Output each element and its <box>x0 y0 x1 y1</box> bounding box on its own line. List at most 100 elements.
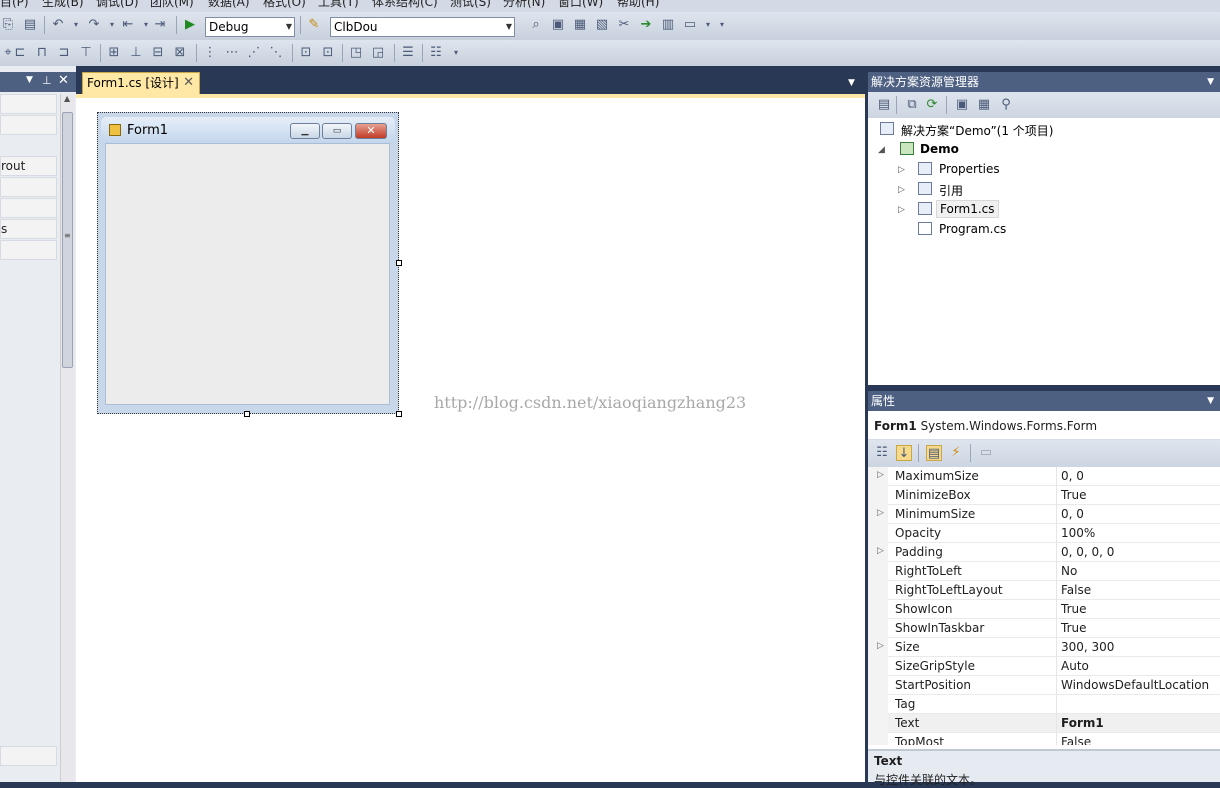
expand-icon[interactable]: ▷ <box>898 185 905 195</box>
alphabetical-icon[interactable]: ↓ <box>896 445 912 461</box>
form-client-area[interactable] <box>105 143 390 405</box>
find-icon[interactable]: ⌕ <box>528 17 544 33</box>
redo-icon[interactable]: ↷ <box>86 17 102 33</box>
start-debugging-icon[interactable]: ▶ <box>182 17 198 33</box>
toolbox-item[interactable] <box>0 94 57 114</box>
make-same-width-icon[interactable]: ⊟ <box>150 45 166 61</box>
property-row[interactable]: ▷ MaximumSize 0, 0 <box>868 467 1220 486</box>
property-row[interactable]: RightToLeft No <box>868 562 1220 581</box>
property-row[interactable]: SizeGripStyle Auto <box>868 657 1220 676</box>
remove-spacing-icon[interactable]: ⋱ <box>268 45 284 61</box>
menu-test[interactable]: 测试(S) <box>450 0 491 10</box>
find-in-files-icon[interactable]: ✎ <box>306 17 322 33</box>
program-node[interactable]: Program.cs <box>939 222 1006 236</box>
menu-team[interactable]: 团队(M) <box>150 0 194 10</box>
property-value[interactable]: 0, 0 <box>1061 507 1084 521</box>
property-row[interactable]: Opacity 100% <box>868 524 1220 543</box>
bring-to-front-icon[interactable]: ◳ <box>348 45 364 61</box>
object-selector[interactable]: Form1 System.Windows.Forms.Form <box>868 412 1220 440</box>
property-value[interactable]: True <box>1061 602 1087 616</box>
property-row[interactable]: RightToLeftLayout False <box>868 581 1220 600</box>
align-bottoms-icon[interactable]: ⊥ <box>128 45 144 61</box>
menu-help[interactable]: 帮助(H) <box>617 0 659 10</box>
start-page-icon[interactable]: ➔ <box>638 17 654 33</box>
property-value[interactable]: True <box>1061 621 1087 635</box>
toolbox-item[interactable] <box>0 240 57 260</box>
toolbox-item[interactable] <box>0 746 57 766</box>
increase-spacing-icon[interactable]: ⋯ <box>224 45 240 61</box>
copy-icon[interactable]: ⎘ <box>0 17 16 33</box>
expand-icon[interactable]: ▷ <box>898 165 905 175</box>
property-row[interactable]: StartPosition WindowsDefaultLocation <box>868 676 1220 695</box>
properties-node[interactable]: Properties <box>939 162 1000 176</box>
properties-window-icon[interactable]: ▦ <box>572 17 588 33</box>
center-horizontally-icon[interactable]: ⊡ <box>298 45 314 61</box>
menu-architecture[interactable]: 体系结构(C) <box>372 0 438 10</box>
toolbar-options-icon[interactable]: ▾ <box>714 17 730 33</box>
solution-configuration-select[interactable]: Debug ▼ <box>205 17 295 37</box>
send-to-back-icon[interactable]: ◲ <box>370 45 386 61</box>
solution-explorer-icon[interactable]: ▣ <box>550 17 566 33</box>
property-value[interactable]: Form1 <box>1061 716 1104 730</box>
tab-order-icon[interactable]: ☰ <box>400 45 416 61</box>
navigate-forward-icon[interactable]: ⇥ <box>152 17 168 33</box>
command-window-icon[interactable]: ▭ <box>682 17 698 33</box>
align-centers-icon[interactable]: ⊓ <box>34 45 50 61</box>
solution-node[interactable]: 解决方案“Demo”(1 个项目) <box>901 122 1053 139</box>
window-position-icon[interactable]: ▼ <box>1207 391 1214 411</box>
view-designer-icon[interactable]: ▦ <box>976 97 992 113</box>
toolbox-item[interactable] <box>0 177 57 197</box>
show-all-files-icon[interactable]: ⧉ <box>904 97 920 113</box>
form1-node[interactable]: Form1.cs <box>936 200 999 218</box>
extension-manager-icon[interactable]: ▥ <box>660 17 676 33</box>
align-tops-icon[interactable]: ⊤ <box>78 45 94 61</box>
property-value[interactable]: WindowsDefaultLocation <box>1061 678 1209 692</box>
property-value[interactable]: 300, 300 <box>1061 640 1114 654</box>
property-value[interactable]: False <box>1061 583 1091 597</box>
expand-icon[interactable]: ▷ <box>877 641 884 651</box>
toolbox-icon[interactable]: ✂ <box>616 17 632 33</box>
resize-handle-right[interactable] <box>396 260 402 266</box>
window-position-icon[interactable]: ▼ <box>26 75 33 85</box>
project-node[interactable]: Demo <box>920 142 959 156</box>
refresh-icon[interactable]: ⟳ <box>924 97 940 113</box>
menu-build[interactable]: 生成(B) <box>42 0 84 10</box>
expand-icon[interactable]: ▷ <box>877 470 884 480</box>
property-value[interactable]: False <box>1061 735 1091 745</box>
close-icon[interactable]: ✕ <box>58 73 69 88</box>
menu-analyze[interactable]: 分析(N) <box>503 0 545 10</box>
toolbox-scroll-thumb[interactable]: ≡ <box>62 112 73 368</box>
property-row[interactable]: ShowIcon True <box>868 600 1220 619</box>
active-files-dropdown-icon[interactable]: ▼ <box>848 78 855 88</box>
property-value[interactable]: No <box>1061 564 1077 578</box>
navigate-backward-icon[interactable]: ⇤ <box>120 17 136 33</box>
expand-icon[interactable]: ▷ <box>877 508 884 518</box>
property-row[interactable]: Tag <box>868 695 1220 714</box>
references-node[interactable]: 引用 <box>939 182 963 199</box>
undo-dropdown-icon[interactable]: ▾ <box>68 17 84 33</box>
lock-controls-icon[interactable]: ☷ <box>428 45 444 61</box>
center-vertically-icon[interactable]: ⊡ <box>320 45 336 61</box>
property-value[interactable]: 0, 0, 0, 0 <box>1061 545 1114 559</box>
menu-debug[interactable]: 调试(D) <box>96 0 139 10</box>
property-row[interactable]: ▷ MinimumSize 0, 0 <box>868 505 1220 524</box>
align-lefts-icon[interactable]: ⊏ <box>12 45 28 61</box>
properties-icon[interactable]: ▤ <box>876 97 892 113</box>
toolbox-item[interactable]: s <box>0 219 57 239</box>
property-value[interactable]: Auto <box>1061 659 1089 673</box>
align-rights-icon[interactable]: ⊐ <box>56 45 72 61</box>
redo-dropdown-icon[interactable]: ▾ <box>104 17 120 33</box>
property-value[interactable]: 0, 0 <box>1061 469 1084 483</box>
toolbox-item[interactable]: rout <box>0 156 57 176</box>
property-row[interactable]: ShowInTaskbar True <box>868 619 1220 638</box>
menu-format[interactable]: 格式(O) <box>263 0 306 10</box>
property-pages-icon[interactable]: ▭ <box>978 445 994 461</box>
menu-data[interactable]: 数据(A) <box>208 0 250 10</box>
resize-handle-bottom[interactable] <box>244 411 250 417</box>
toolbox-item[interactable] <box>0 115 57 135</box>
view-code-icon[interactable]: ▣ <box>954 97 970 113</box>
close-icon[interactable]: ✕ <box>183 73 194 93</box>
decrease-spacing-icon[interactable]: ⋰ <box>246 45 262 61</box>
find-combo[interactable]: ClbDou ▼ <box>330 17 515 37</box>
class-diagram-icon[interactable]: ⚲ <box>998 97 1014 113</box>
